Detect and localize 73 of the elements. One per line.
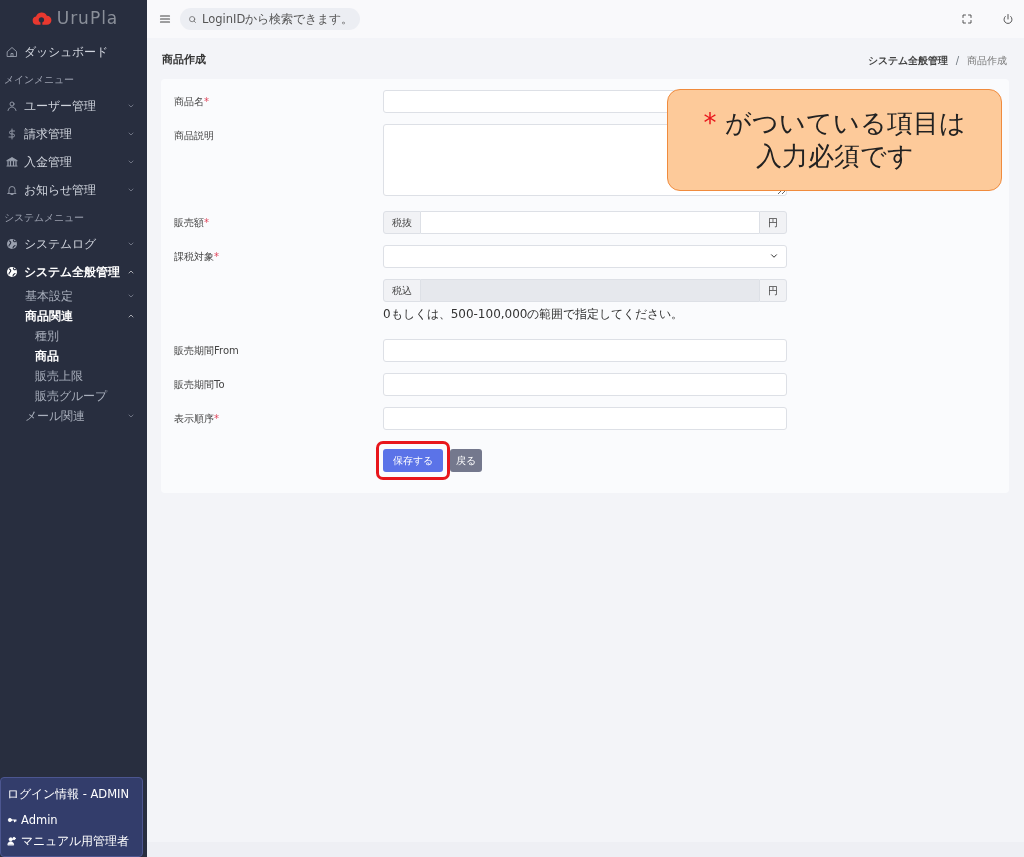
- chevron-icon[interactable]: [127, 292, 135, 300]
- breadcrumb-current: 商品作成: [967, 53, 1007, 68]
- required-mark: *: [214, 412, 219, 424]
- input-suffix: 円: [759, 210, 787, 234]
- required-mark: *: [214, 250, 219, 262]
- user-icon: [6, 100, 18, 112]
- bell-icon: [6, 184, 18, 196]
- input-prefix: 税抜: [383, 210, 421, 234]
- help-text: 0もしくは、500-100,000の範囲で指定してください。: [383, 305, 685, 323]
- search-field[interactable]: LoginIDから検索できます。: [180, 8, 360, 30]
- select-field[interactable]: [383, 244, 787, 268]
- breadcrumb-separator: /: [955, 53, 959, 68]
- sidebar-item[interactable]: ユーザー管理: [0, 92, 147, 120]
- field-label: 商品説明: [174, 129, 214, 141]
- chevron-icon[interactable]: [127, 102, 135, 110]
- globe-icon: [6, 266, 18, 278]
- callout-text: がついている項目は: [724, 107, 966, 140]
- page-title: 商品作成: [162, 52, 206, 68]
- input-prefix: 税込: [383, 278, 421, 302]
- user-role: マニュアル用管理者: [21, 832, 129, 850]
- chevron-icon[interactable]: [127, 186, 135, 194]
- chevron-icon[interactable]: [127, 312, 135, 320]
- menu-heading: メインメニュー: [3, 72, 75, 87]
- sidebar-subitem[interactable]: 商品: [0, 346, 147, 366]
- menu-heading: システムメニュー: [3, 210, 85, 225]
- required-mark: *: [204, 95, 209, 107]
- user-name: Admin: [21, 811, 58, 829]
- sidebar-subitem[interactable]: 販売グループ: [0, 386, 147, 406]
- power-icon[interactable]: [1002, 13, 1014, 25]
- dollar-icon: [6, 128, 18, 140]
- sidebar-subitem[interactable]: 販売上限: [0, 366, 147, 386]
- field-label: 販売期間To: [174, 378, 225, 390]
- chevron-icon[interactable]: [127, 268, 135, 276]
- field-label: 課税対象: [174, 250, 214, 262]
- sidebar-item[interactable]: 入金管理: [0, 148, 147, 176]
- asterisk-mark: *: [703, 107, 717, 140]
- menu-icon[interactable]: [159, 13, 171, 25]
- callout-text: 入力必須です: [755, 139, 914, 172]
- globe-icon: [6, 238, 18, 250]
- text-field[interactable]: [383, 406, 787, 430]
- sidebar-item[interactable]: システムログ: [0, 230, 147, 258]
- field-label: 販売期間From: [174, 344, 239, 356]
- sidebar-subitem[interactable]: 基本設定: [0, 286, 147, 306]
- save-button[interactable]: 保存する: [383, 448, 443, 472]
- field-label: 表示順序: [174, 412, 214, 424]
- logo-text: UruPla: [56, 7, 119, 31]
- sidebar-item[interactable]: お知らせ管理: [0, 176, 147, 204]
- back-button[interactable]: 戻る: [450, 448, 482, 472]
- required-mark: *: [204, 216, 209, 228]
- chevron-icon[interactable]: [127, 412, 135, 420]
- field-label: 商品名: [174, 95, 204, 107]
- field-label: 販売額: [174, 216, 204, 228]
- bank-icon: [6, 156, 18, 168]
- text-field[interactable]: [383, 372, 787, 396]
- fullscreen-icon[interactable]: [961, 13, 973, 25]
- sidebar-item[interactable]: システム全般管理: [0, 258, 147, 286]
- sidebar-subitem[interactable]: 種別: [0, 326, 147, 346]
- input-suffix: 円: [759, 278, 787, 302]
- search-icon: [188, 15, 197, 24]
- price-field[interactable]: [421, 210, 759, 234]
- chevron-icon[interactable]: [127, 130, 135, 138]
- chevron-down-icon: [769, 251, 779, 261]
- login-info-title: ログイン情報 - ADMIN: [7, 786, 131, 804]
- text-field[interactable]: [383, 338, 787, 362]
- breadcrumb-link[interactable]: システム全般管理: [867, 52, 948, 68]
- sidebar-subitem[interactable]: メール関連: [0, 406, 147, 426]
- users-icon: [7, 836, 17, 847]
- sidebar-item[interactable]: ダッシュボード: [0, 38, 147, 66]
- chevron-icon[interactable]: [127, 240, 135, 248]
- sidebar-item[interactable]: 請求管理: [0, 120, 147, 148]
- chevron-icon[interactable]: [127, 158, 135, 166]
- home-icon: [6, 46, 18, 58]
- sidebar-subitem[interactable]: 商品関連: [0, 306, 147, 326]
